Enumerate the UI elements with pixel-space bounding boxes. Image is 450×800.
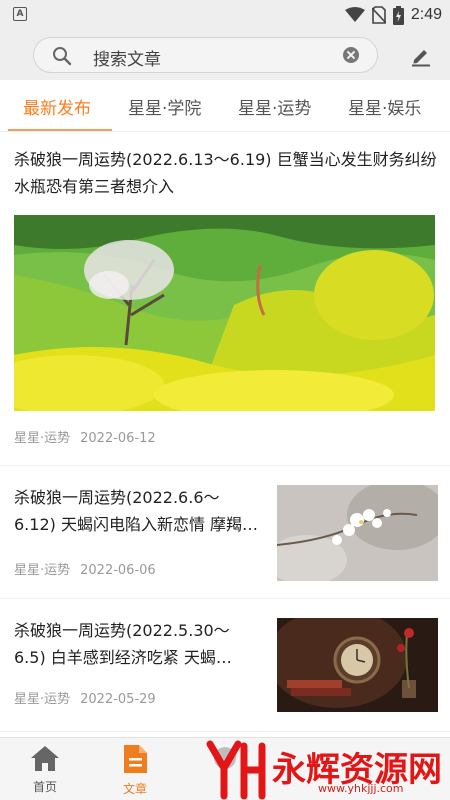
list-item[interactable]: 杀破狼一周运势(2022.6.6～ 6.12) 天蝎闪电陷入新恋情 摩羯… 星星… — [0, 467, 450, 599]
article-thumbnail — [277, 485, 438, 581]
article-category: 星星·运势 — [14, 563, 71, 578]
article-title-line-1: 杀破狼一周运势(2022.5.30～ — [14, 621, 230, 640]
article-title-line-1: 杀破狼一周运势(2022.6.6～ — [14, 488, 220, 507]
article-meta: 星星·运势 2022-06-06 — [14, 559, 156, 578]
search-header: 搜索文章 — [0, 30, 450, 80]
watermark-logo-icon — [206, 740, 266, 800]
no-sim-icon — [371, 6, 386, 24]
nav-home[interactable]: 首页 — [5, 744, 85, 795]
article-title: 杀破狼一周运势(2022.5.30～ 6.5) 白羊感到经济吃紧 天蝎… — [14, 617, 266, 671]
search-placeholder: 搜索文章 — [93, 50, 161, 70]
list-item[interactable]: 杀破狼一周运势(2022.5.30～ 6.5) 白羊感到经济吃紧 天蝎… 星星·… — [0, 600, 450, 732]
watermark: 永辉资源网 www.yhkjjj.com — [200, 738, 450, 800]
tab-entertainment[interactable]: 星星·娱乐 — [348, 94, 421, 119]
article-image — [14, 215, 435, 411]
article-meta: 星星·运势 2022-05-29 — [14, 688, 156, 707]
article-title-line-2: 6.12) 天蝎闪电陷入新恋情 摩羯… — [14, 515, 259, 534]
nav-articles[interactable]: 文章 — [95, 744, 175, 797]
nav-home-label: 首页 — [32, 780, 57, 794]
clear-icon[interactable] — [343, 47, 359, 63]
article-date: 2022-05-29 — [80, 692, 156, 707]
clock: 2:49 — [410, 6, 442, 23]
search-icon — [53, 47, 72, 66]
watermark-url: www.yhkjjj.com — [318, 782, 404, 795]
battery-charging-icon — [392, 5, 404, 25]
search-input[interactable]: 搜索文章 — [33, 37, 378, 73]
tab-latest[interactable]: 最新发布 — [23, 94, 91, 119]
article-category: 星星·运势 — [14, 692, 71, 707]
article-category: 星星·运势 — [14, 431, 71, 446]
status-bar: A 2:49 — [0, 0, 450, 30]
article-thumbnail — [277, 618, 438, 712]
article-date: 2022-06-12 — [80, 431, 156, 446]
category-tabs: 最新发布 星星·学院 星星·运势 星星·娱乐 — [0, 80, 450, 132]
article-title: 杀破狼一周运势(2022.6.13～6.19) 巨蟹当心发生财务纠纷 水瓶恐有第… — [14, 150, 437, 196]
wifi-icon — [344, 7, 365, 22]
article-icon — [124, 745, 147, 773]
app-notification-icon: A — [13, 7, 27, 21]
list-item[interactable]: 杀破狼一周运势(2022.6.13～6.19) 巨蟹当心发生财务纠纷 水瓶恐有第… — [0, 133, 450, 466]
tab-horoscope[interactable]: 星星·运势 — [238, 94, 311, 119]
nav-articles-label: 文章 — [122, 782, 147, 796]
article-date: 2022-06-06 — [80, 563, 156, 578]
home-icon — [31, 746, 59, 771]
edit-icon[interactable] — [410, 45, 432, 67]
active-tab-indicator — [8, 129, 112, 131]
article-meta: 星星·运势 2022-06-12 — [14, 427, 156, 446]
article-title-line-2: 6.5) 白羊感到经济吃紧 天蝎… — [14, 648, 232, 667]
article-feed[interactable]: 杀破狼一周运势(2022.6.13～6.19) 巨蟹当心发生财务纠纷 水瓶恐有第… — [0, 133, 450, 737]
tab-academy[interactable]: 星星·学院 — [128, 94, 201, 119]
article-title: 杀破狼一周运势(2022.6.6～ 6.12) 天蝎闪电陷入新恋情 摩羯… — [14, 484, 266, 538]
